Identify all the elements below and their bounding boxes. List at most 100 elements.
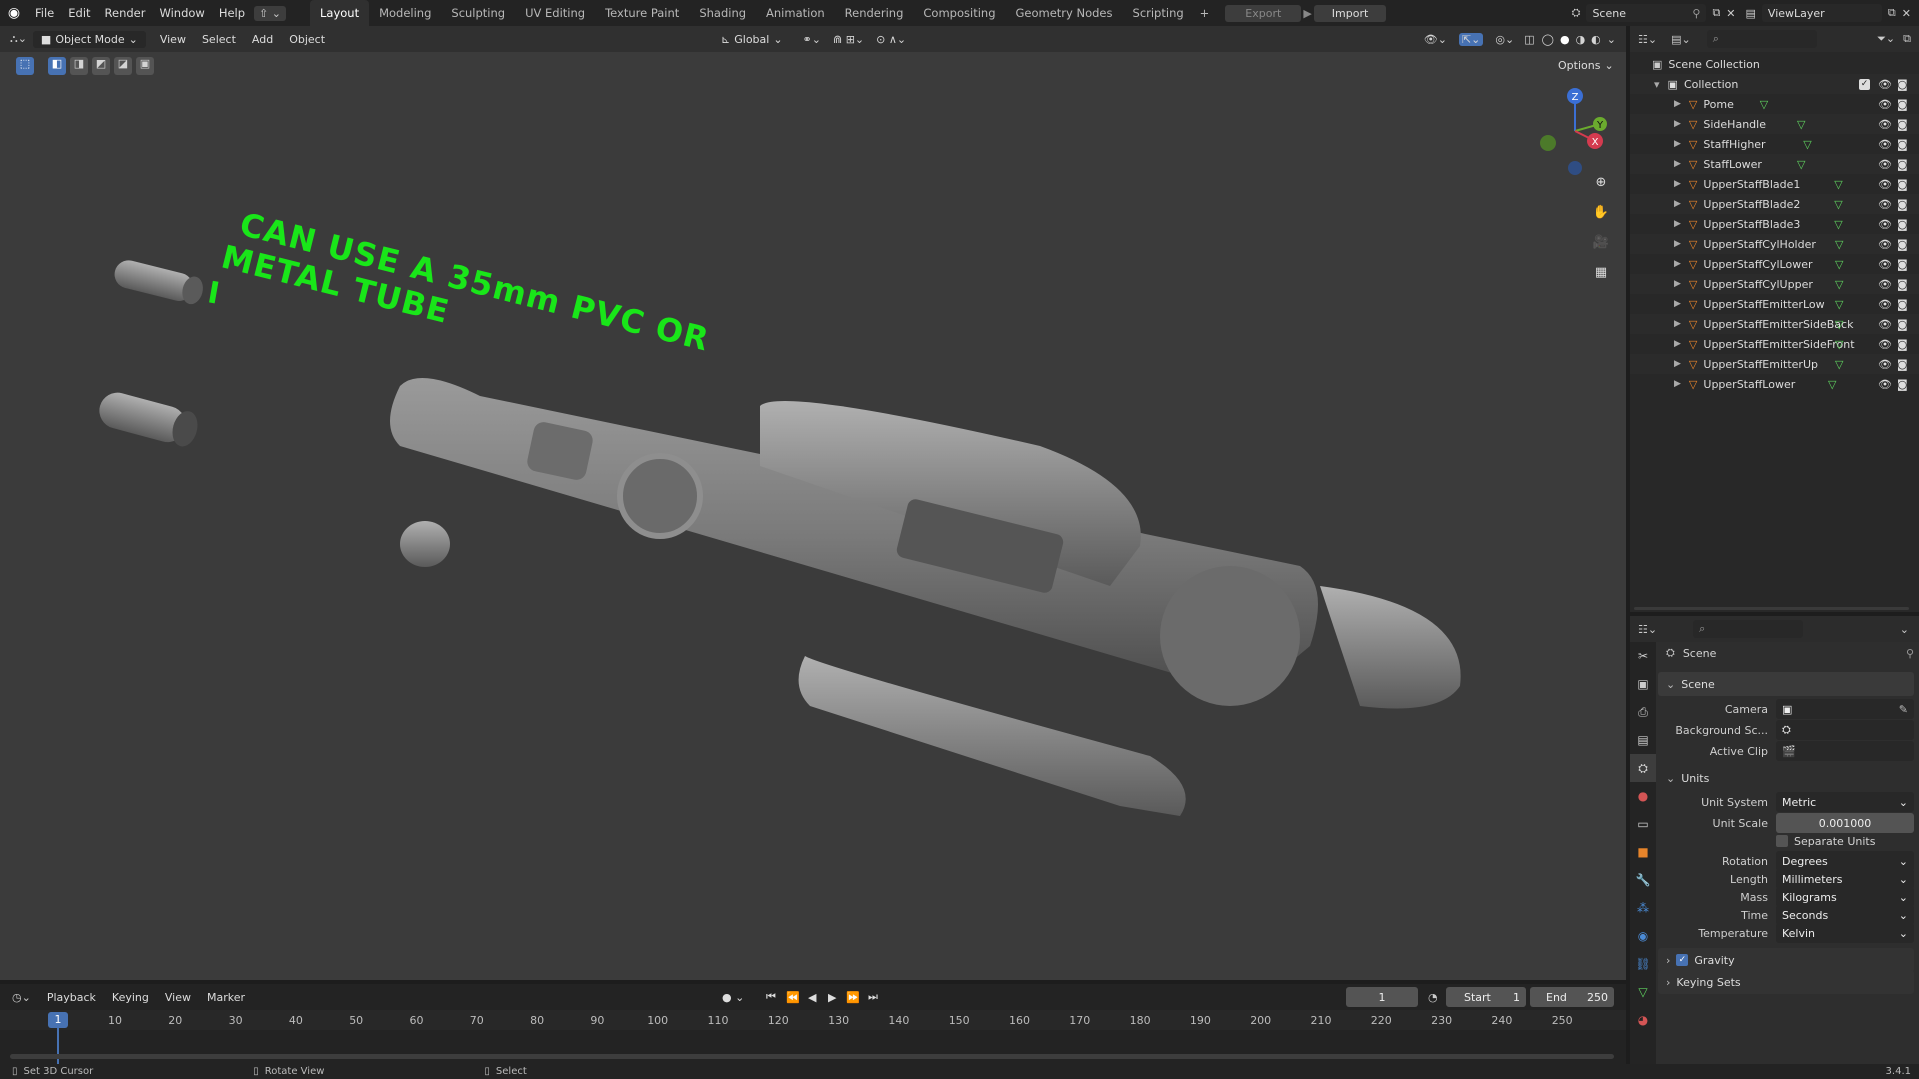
menu-file[interactable]: File	[28, 0, 61, 26]
scene-collection-row[interactable]: ▣ Scene Collection	[1630, 54, 1919, 74]
outliner-search-input[interactable]: ⌕	[1706, 30, 1817, 48]
timeline-menu-playback[interactable]: Playback	[39, 991, 104, 1004]
camera-render-icon[interactable]: ◙	[1897, 298, 1908, 311]
mesh-data-icon[interactable]: ▽	[1835, 318, 1843, 331]
gravity-checkbox[interactable]: ✓	[1676, 954, 1689, 966]
chevron-right-icon[interactable]: ▶	[1674, 99, 1681, 109]
cap-piece[interactable]	[400, 521, 450, 567]
chevron-right-icon[interactable]: ▶	[1674, 359, 1681, 369]
particles-tab-icon[interactable]: ⁂	[1630, 894, 1656, 922]
mesh-data-icon[interactable]: ▽	[1835, 278, 1843, 291]
mesh-data-icon[interactable]: ▽	[1834, 178, 1842, 191]
scene-selector[interactable]: Scene ⚲	[1586, 4, 1707, 22]
outliner-item[interactable]: ▶ ▽ Pome ▽ 👁 ◙	[1630, 94, 1919, 114]
mesh-data-icon[interactable]: ▽	[1834, 198, 1842, 211]
camera-render-icon[interactable]: ◙	[1897, 178, 1908, 191]
mesh-data-icon[interactable]: ▽	[1797, 158, 1805, 171]
upload-icon[interactable]: ⇧ ⌄	[254, 5, 286, 21]
timeline-menu-marker[interactable]: Marker	[199, 991, 253, 1004]
delete-view-layer-icon[interactable]: ✕	[1902, 7, 1911, 20]
play-reverse-icon[interactable]: ◀	[808, 991, 816, 1004]
gravity-section-header[interactable]: › ✓ Gravity	[1658, 948, 1914, 972]
camera-render-icon[interactable]: ◙	[1897, 198, 1908, 211]
eye-icon[interactable]: 👁	[1878, 138, 1892, 151]
scene-section-header[interactable]: ⌄ Scene	[1658, 672, 1914, 696]
object-tab-icon[interactable]: ■	[1630, 838, 1656, 866]
outliner-item[interactable]: ▶ ▽ UpperStaffCylHolder ▽ 👁 ◙	[1630, 234, 1919, 254]
scene-tab-icon[interactable]: ⛭	[1630, 754, 1656, 782]
new-collection-icon[interactable]: ⧉	[1903, 32, 1911, 46]
jump-keyframe-forward-icon[interactable]: ⏩	[846, 991, 860, 1004]
blender-logo-icon[interactable]: ◉	[0, 5, 28, 21]
start-frame-field[interactable]: Start 1	[1446, 987, 1526, 1007]
outliner-item[interactable]: ▶ ▽ UpperStaffEmitterSideFront ▽ 👁 ◙	[1630, 334, 1919, 354]
display-mode-icon[interactable]: ▤⌄	[1671, 33, 1691, 46]
menu-edit[interactable]: Edit	[61, 0, 97, 26]
outliner-item[interactable]: ▶ ▽ UpperStaffEmitterUp ▽ 👁 ◙	[1630, 354, 1919, 374]
outliner-item[interactable]: ▶ ▽ UpperStaffBlade2 ▽ 👁 ◙	[1630, 194, 1919, 214]
tab-uv-editing[interactable]: UV Editing	[515, 0, 595, 26]
timeline-menu-keying[interactable]: Keying	[104, 991, 157, 1004]
outliner-item[interactable]: ▶ ▽ UpperStaffEmitterLow ▽ 👁 ◙	[1630, 294, 1919, 314]
mesh-data-icon[interactable]: ▽	[1835, 298, 1843, 311]
camera-render-icon[interactable]: ◙	[1897, 98, 1908, 111]
outliner-item[interactable]: ▶ ▽ UpperStaffBlade3 ▽ 👁 ◙	[1630, 214, 1919, 234]
playhead[interactable]: 1	[48, 1012, 68, 1028]
camera-render-icon[interactable]: ◙	[1897, 278, 1908, 291]
properties-search-input[interactable]: ⌕	[1693, 620, 1804, 638]
camera-render-icon[interactable]: ◙	[1897, 238, 1908, 251]
world-tab-icon[interactable]: ●	[1630, 782, 1656, 810]
eye-icon[interactable]: 👁	[1878, 318, 1892, 331]
eye-icon[interactable]: 👁	[1878, 358, 1892, 371]
timeline-editor[interactable]: ◷⌄ Playback Keying View Marker ● ⌄ ⏮ ⏪ ◀…	[0, 984, 1626, 1064]
exclude-checkbox[interactable]: ✓	[1859, 78, 1870, 90]
outliner-item[interactable]: ▶ ▽ UpperStaffCylLower ▽ 👁 ◙	[1630, 254, 1919, 274]
timeline-editor-icon[interactable]: ◷⌄	[12, 991, 31, 1004]
active-clip-field[interactable]: 🎬	[1776, 741, 1914, 761]
pin-icon[interactable]: ⚲	[1906, 647, 1914, 660]
tab-modeling[interactable]: Modeling	[369, 0, 441, 26]
output-tab-icon[interactable]: ⎙	[1630, 698, 1656, 726]
import-button[interactable]: Import	[1313, 4, 1387, 22]
perspective-grid-icon[interactable]: ▦	[1589, 260, 1613, 284]
mesh-data-icon[interactable]: ▽	[1835, 238, 1843, 251]
view-layer-selector[interactable]: ViewLayer	[1761, 4, 1882, 22]
tab-geometry-nodes[interactable]: Geometry Nodes	[1006, 0, 1123, 26]
camera-render-icon[interactable]: ◙	[1897, 138, 1908, 151]
physics-tab-icon[interactable]: ◉	[1630, 922, 1656, 950]
camera-render-icon[interactable]: ◙	[1897, 358, 1908, 371]
eyedropper-icon[interactable]: ✎	[1899, 703, 1908, 716]
jump-end-icon[interactable]: ⏭	[868, 990, 878, 1004]
mesh-data-icon[interactable]: ▽	[1828, 378, 1836, 391]
outliner-scrollbar[interactable]	[1634, 607, 1909, 610]
camera-render-icon[interactable]: ◙	[1897, 78, 1908, 91]
menu-window[interactable]: Window	[152, 0, 211, 26]
scene-icon[interactable]: ⛭	[1572, 6, 1581, 20]
camera-field[interactable]: ▣ ✎	[1776, 699, 1914, 719]
data-tab-icon[interactable]: ▽	[1630, 978, 1656, 1006]
chevron-right-icon[interactable]: ▶	[1674, 159, 1681, 169]
pan-hand-icon[interactable]: ✋	[1589, 200, 1613, 224]
eye-icon[interactable]: 👁	[1878, 298, 1892, 311]
mesh-data-icon[interactable]: ▽	[1797, 118, 1805, 131]
play-icon[interactable]: ▶	[828, 991, 836, 1004]
current-frame-field[interactable]: 1	[1346, 987, 1418, 1007]
chevron-right-icon[interactable]: ▶	[1674, 379, 1681, 389]
timeline-scrollbar[interactable]	[10, 1054, 1614, 1059]
menu-help[interactable]: Help	[212, 0, 252, 26]
tab-texture-paint[interactable]: Texture Paint	[595, 0, 689, 26]
eye-icon[interactable]: 👁	[1878, 118, 1892, 131]
mesh-data-icon[interactable]: ▽	[1834, 218, 1842, 231]
mesh-data-icon[interactable]: ▽	[1803, 138, 1811, 151]
eye-icon[interactable]: 👁	[1878, 218, 1892, 231]
tab-animation[interactable]: Animation	[756, 0, 835, 26]
chevron-right-icon[interactable]: ▶	[1674, 199, 1681, 209]
outliner-item[interactable]: ▶ ▽ UpperStaffEmitterSideBack ▽ 👁 ◙	[1630, 314, 1919, 334]
outliner-item[interactable]: ▶ ▽ UpperStaffCylUpper ▽ 👁 ◙	[1630, 274, 1919, 294]
mesh-data-icon[interactable]: ▽	[1835, 338, 1843, 351]
chevron-right-icon[interactable]: ▶	[1674, 239, 1681, 249]
eye-icon[interactable]: 👁	[1878, 78, 1892, 91]
outliner-item[interactable]: ▶ ▽ SideHandle ▽ 👁 ◙	[1630, 114, 1919, 134]
camera-render-icon[interactable]: ◙	[1897, 258, 1908, 271]
chevron-right-icon[interactable]: ▶	[1674, 139, 1681, 149]
